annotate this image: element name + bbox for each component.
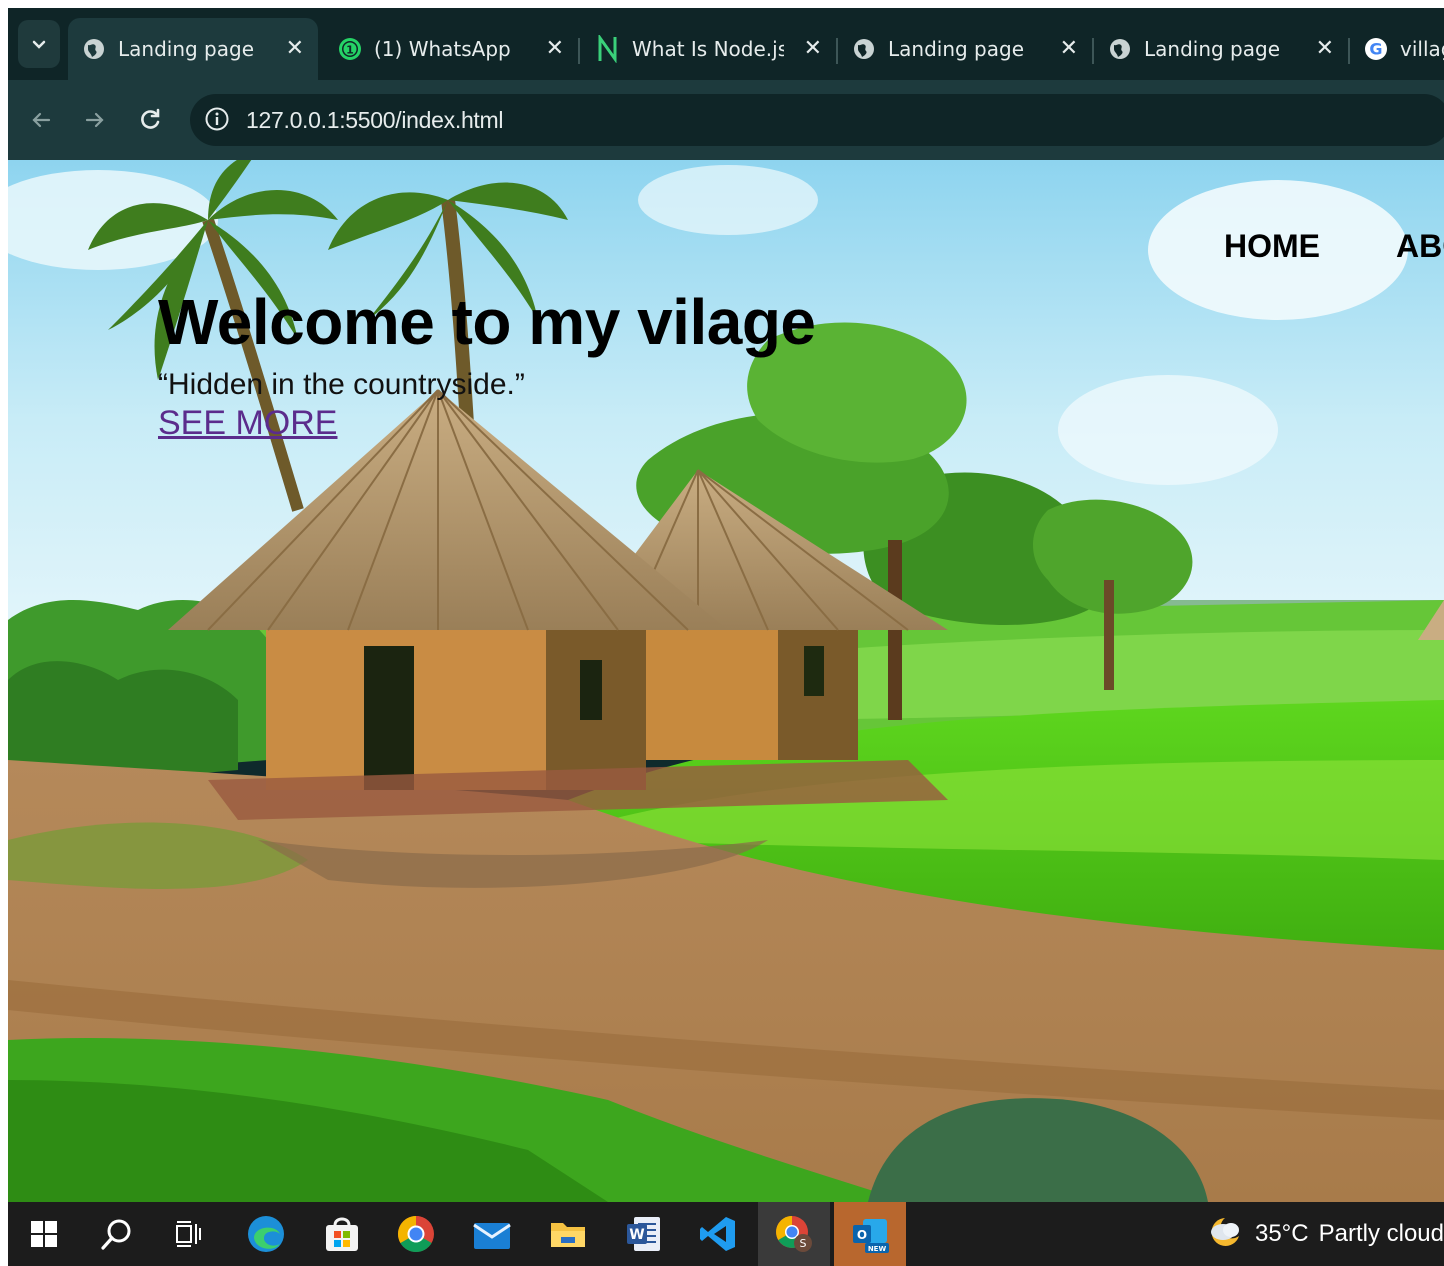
tab-separator: [578, 38, 580, 64]
weather-widget[interactable]: 35°C Partly cloud: [1205, 1202, 1444, 1266]
arrow-left-icon: [32, 112, 51, 128]
taskbar-store[interactable]: [306, 1202, 378, 1266]
task-view-icon: [176, 1221, 201, 1247]
tab-title: Landing page: [118, 37, 255, 61]
globe-icon: [1108, 37, 1132, 61]
tab-title: Landing page: [888, 37, 1025, 61]
close-icon[interactable]: ✕: [1060, 36, 1078, 61]
globe-icon: [82, 37, 106, 61]
reload-button[interactable]: [132, 102, 168, 138]
browser-window: Landing page ✕ 1 (1) WhatsApp ✕ What Is …: [8, 8, 1444, 1266]
svg-text:O: O: [857, 1228, 867, 1242]
weather-condition: Partly cloud: [1318, 1220, 1444, 1247]
tab-title: (1) WhatsApp: [374, 37, 511, 61]
svg-text:W: W: [629, 1227, 644, 1243]
chrome-icon: [397, 1216, 434, 1253]
tab-title: What Is Node.js? C: [632, 37, 784, 61]
tab-landing-page-active[interactable]: Landing page ✕: [68, 18, 318, 80]
taskbar-vscode[interactable]: [682, 1202, 754, 1266]
close-icon[interactable]: ✕: [1316, 36, 1334, 61]
hero-title: Welcome to my vilage: [158, 286, 816, 358]
tab-google-village[interactable]: G village: [1350, 18, 1444, 80]
taskbar-file-explorer[interactable]: [532, 1202, 604, 1266]
weather-temperature: 35°C: [1254, 1220, 1309, 1247]
taskbar-chrome-profile[interactable]: S: [758, 1202, 830, 1266]
taskbar-search-button[interactable]: [80, 1202, 152, 1266]
taskbar-edge[interactable]: [230, 1202, 302, 1266]
google-icon: G: [1364, 37, 1388, 61]
main-nav: HOME ABC: [1224, 228, 1444, 265]
tab-strip: Landing page ✕ 1 (1) WhatsApp ✕ What Is …: [8, 8, 1444, 80]
hero-subtitle: “Hidden in the countryside.”: [158, 368, 525, 401]
taskbar-chrome[interactable]: [380, 1202, 452, 1266]
reload-icon: [141, 108, 160, 129]
see-more-link[interactable]: SEE MORE: [158, 404, 337, 443]
chrome-profile-icon: S: [776, 1216, 812, 1252]
close-icon[interactable]: ✕: [804, 36, 822, 61]
word-icon: W: [627, 1217, 660, 1251]
tab-title: village: [1400, 37, 1444, 61]
partly-cloudy-night-icon: [1210, 1218, 1239, 1246]
tab-nodejs[interactable]: What Is Node.js? C ✕: [582, 18, 838, 80]
nav-home-link[interactable]: HOME: [1224, 228, 1320, 265]
info-icon[interactable]: [204, 106, 230, 132]
chevron-down-icon: [32, 40, 46, 49]
search-icon: [101, 1219, 131, 1250]
file-explorer-icon: [551, 1223, 585, 1247]
vscode-icon: [700, 1217, 735, 1251]
tab-whatsapp[interactable]: 1 (1) WhatsApp ✕: [324, 18, 580, 80]
taskbar-outlook-new[interactable]: O NEW: [834, 1202, 906, 1266]
tab-title: Landing page: [1144, 37, 1281, 61]
node-icon: [596, 35, 620, 63]
arrow-right-icon: [85, 112, 104, 128]
windows-taskbar: W S O NEW 35°C Partly cloud: [8, 1202, 1444, 1266]
outlook-new-icon: ONEW: [853, 1219, 889, 1253]
whatsapp-icon: 1: [338, 37, 362, 61]
back-button[interactable]: [23, 102, 59, 138]
nav-about-link[interactable]: ABC: [1396, 228, 1444, 265]
tab-landing-page-3[interactable]: Landing page ✕: [1094, 18, 1350, 80]
close-icon[interactable]: ✕: [546, 36, 564, 61]
svg-text:S: S: [800, 1237, 807, 1250]
tab-landing-page-2[interactable]: Landing page ✕: [838, 18, 1094, 80]
svg-text:NEW: NEW: [868, 1245, 887, 1253]
svg-text:G: G: [1369, 40, 1382, 59]
tab-search-button[interactable]: [18, 20, 60, 68]
address-bar[interactable]: 127.0.0.1:5500/index.html: [190, 94, 1444, 146]
taskbar-mail[interactable]: [456, 1202, 528, 1266]
task-view-button[interactable]: [152, 1202, 224, 1266]
mail-icon: [473, 1223, 511, 1249]
edge-icon: [248, 1216, 284, 1252]
hero-section: Welcome to my vilage “Hidden in the coun…: [158, 290, 816, 443]
windows-start-icon: [31, 1221, 57, 1247]
globe-icon: [852, 37, 876, 61]
taskbar-word[interactable]: W: [608, 1202, 680, 1266]
browser-toolbar: 127.0.0.1:5500/index.html: [8, 80, 1444, 160]
url-text[interactable]: 127.0.0.1:5500/index.html: [246, 107, 504, 134]
microsoft-store-icon: [326, 1217, 358, 1251]
forward-button[interactable]: [77, 102, 113, 138]
web-page: HOME ABC Welcome to my vilage “Hidden in…: [8, 160, 1444, 1202]
close-icon[interactable]: ✕: [286, 36, 304, 61]
start-button[interactable]: [8, 1202, 80, 1266]
svg-text:1: 1: [346, 44, 354, 57]
